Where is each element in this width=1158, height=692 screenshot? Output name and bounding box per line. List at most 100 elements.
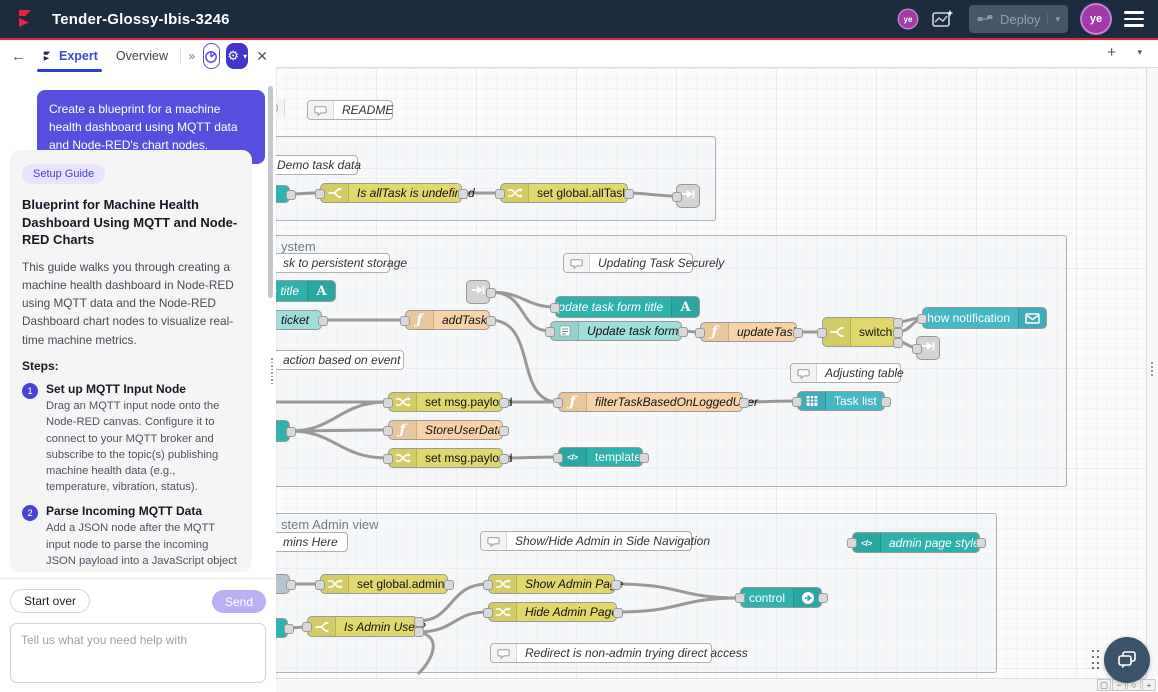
- port[interactable]: [315, 189, 325, 199]
- chat-fab-drag-handle[interactable]: [1092, 650, 1100, 670]
- comment-action-based-on-event[interactable]: action based on event: [276, 350, 404, 370]
- port[interactable]: [695, 328, 705, 338]
- port[interactable]: [792, 397, 802, 407]
- port[interactable]: [315, 580, 325, 590]
- assistant-screenshot-icon[interactable]: [931, 9, 955, 29]
- node-storeuserdata[interactable]: ƒStoreUserData: [388, 420, 503, 440]
- vertical-scrollbar[interactable]: [1146, 68, 1158, 678]
- comment-admins-here[interactable]: mins Here: [276, 532, 348, 552]
- node-ui-control[interactable]: ui control: [740, 587, 822, 608]
- port[interactable]: [624, 189, 634, 199]
- port[interactable]: [611, 580, 621, 590]
- port[interactable]: [545, 327, 555, 337]
- port[interactable]: [735, 593, 745, 603]
- port[interactable]: [483, 580, 493, 590]
- start-over-button[interactable]: Start over: [10, 589, 90, 613]
- flow-canvas[interactable]: + ▾ ystemstem Admin viewREADMEDemo task …: [276, 40, 1158, 692]
- port[interactable]: [817, 328, 827, 338]
- avatar-large[interactable]: ye: [1082, 5, 1110, 33]
- node-template[interactable]: </>template: [558, 447, 643, 467]
- send-button[interactable]: Send: [212, 590, 266, 613]
- port[interactable]: [284, 624, 294, 634]
- port[interactable]: [483, 608, 493, 618]
- port[interactable]: [286, 580, 296, 590]
- edge-node-3[interactable]: [276, 574, 290, 594]
- node-set-msg-payload-1[interactable]: set msg.payload: [388, 392, 503, 412]
- port[interactable]: [553, 398, 563, 408]
- port[interactable]: [847, 538, 857, 548]
- port[interactable]: [414, 617, 424, 627]
- port[interactable]: [893, 318, 903, 328]
- port[interactable]: [383, 426, 393, 436]
- port[interactable]: [286, 190, 296, 200]
- node-is-admin-user[interactable]: Is Admin User?: [307, 616, 418, 637]
- node-set-global-alltask[interactable]: set global.allTask: [500, 183, 628, 203]
- tab-overview[interactable]: Overview: [110, 40, 174, 72]
- port[interactable]: [318, 316, 328, 326]
- port[interactable]: [486, 316, 496, 326]
- node-update-task-form-title[interactable]: AUpdate task form title: [555, 296, 700, 318]
- comment-persistent-storage[interactable]: sk to persistent storage: [276, 253, 390, 273]
- port[interactable]: [678, 327, 688, 337]
- node-updatetask[interactable]: ƒupdateTask: [700, 322, 797, 342]
- port[interactable]: [639, 453, 649, 463]
- node-show-admin-page[interactable]: Show Admin Page: [488, 574, 615, 594]
- link-out-node-1[interactable]: [676, 184, 700, 208]
- port[interactable]: [976, 538, 986, 548]
- more-tabs-icon[interactable]: »: [187, 49, 198, 63]
- comment-updating-task-securely[interactable]: Updating Task Securely: [563, 253, 693, 273]
- node-addtask[interactable]: ƒaddTask: [405, 310, 490, 330]
- port[interactable]: [553, 453, 563, 463]
- back-arrow-icon[interactable]: ←: [8, 48, 29, 65]
- sidebar-resize-grip[interactable]: [1151, 362, 1153, 376]
- port[interactable]: [286, 427, 296, 437]
- port[interactable]: [881, 397, 891, 407]
- zoom-fit-button[interactable]: ▢: [1097, 679, 1111, 691]
- node-is-alltask-undefined[interactable]: Is allTask is undefined: [320, 183, 462, 203]
- flow-list-caret-icon[interactable]: ▾: [1137, 47, 1142, 58]
- edge-node-1[interactable]: [276, 185, 290, 203]
- panel-scrollbar[interactable]: [268, 86, 273, 298]
- node-ticket[interactable]: ticket: [276, 310, 322, 330]
- close-icon[interactable]: ✕: [256, 48, 268, 65]
- horizontal-scrollbar[interactable]: [276, 678, 1146, 692]
- comment-demo-task-data[interactable]: Demo task data: [276, 155, 358, 175]
- port[interactable]: [383, 398, 393, 408]
- comment-show-hide-admin[interactable]: Show/Hide Admin in Side Navigation: [480, 531, 692, 551]
- help-input[interactable]: [10, 623, 266, 683]
- node-form-title[interactable]: Am title: [276, 280, 336, 302]
- node-set-global-admins[interactable]: set global.admins: [320, 574, 448, 594]
- tab-expert[interactable]: Expert: [35, 40, 104, 72]
- port[interactable]: [444, 580, 454, 590]
- chat-fab-button[interactable]: [1104, 637, 1150, 683]
- link-node-2[interactable]: [466, 280, 490, 304]
- port[interactable]: [499, 454, 509, 464]
- port[interactable]: [672, 192, 682, 202]
- port[interactable]: [400, 316, 410, 326]
- port[interactable]: [550, 303, 560, 313]
- port[interactable]: [818, 593, 828, 603]
- port[interactable]: [912, 344, 922, 354]
- node-update-task-form[interactable]: Update task form: [550, 321, 682, 341]
- port[interactable]: [739, 398, 749, 408]
- port[interactable]: [495, 189, 505, 199]
- zoom-in-button[interactable]: +: [1142, 679, 1156, 691]
- edge-node-4[interactable]: [276, 618, 288, 638]
- node-admin-page-style[interactable]: </>admin page style: [852, 532, 980, 553]
- node-show-notification[interactable]: show notification: [922, 307, 1047, 329]
- add-flow-button[interactable]: +: [1107, 44, 1116, 61]
- panel-resize-handle[interactable]: [271, 358, 275, 380]
- port[interactable]: [414, 627, 424, 637]
- port[interactable]: [893, 338, 903, 348]
- port[interactable]: [486, 288, 496, 298]
- port[interactable]: [893, 328, 903, 338]
- node-task-list[interactable]: Task list: [797, 391, 885, 411]
- port[interactable]: [499, 398, 509, 408]
- port[interactable]: [383, 454, 393, 464]
- node-hide-admin-page[interactable]: Hide Admin Page: [488, 602, 617, 622]
- comment-adjusting-table[interactable]: Adjusting table: [790, 363, 901, 383]
- port[interactable]: [793, 328, 803, 338]
- usage-pie-button[interactable]: [203, 43, 220, 69]
- edge-node-2[interactable]: [276, 420, 290, 442]
- port[interactable]: [917, 314, 927, 324]
